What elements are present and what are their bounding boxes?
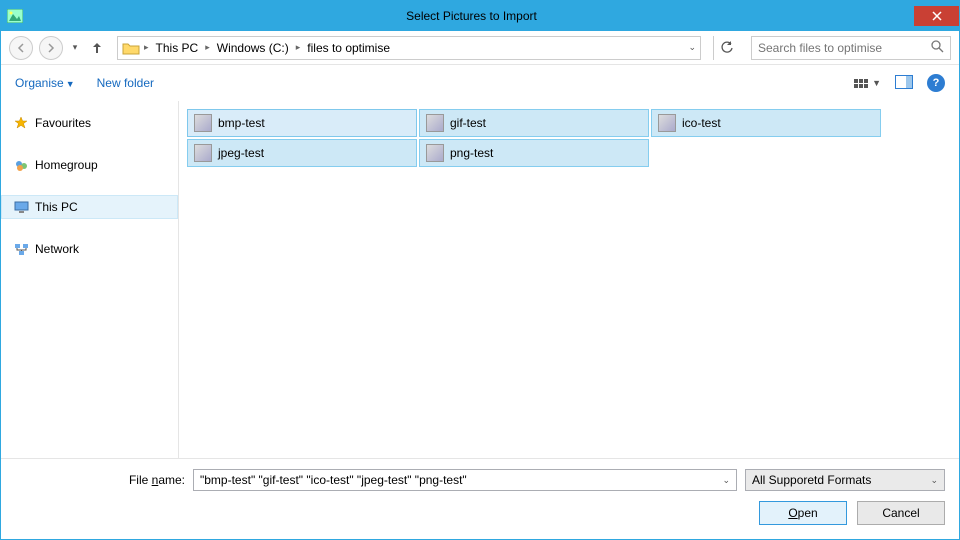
file-name: gif-test (450, 116, 486, 130)
nav-tree: Favourites Homegroup This PC Network (1, 101, 179, 458)
tree-label: Favourites (35, 116, 91, 130)
up-button[interactable] (87, 38, 107, 58)
file-name: png-test (450, 146, 493, 160)
back-button[interactable] (9, 36, 33, 60)
file-type-filter[interactable]: All Supporetd Formats ⌄ (745, 469, 945, 491)
filename-input[interactable]: "bmp-test" "gif-test" "ico-test" "jpeg-t… (193, 469, 737, 491)
file-item[interactable]: jpeg-test (187, 139, 417, 167)
breadcrumb[interactable]: This PC (153, 41, 202, 55)
refresh-button[interactable] (713, 36, 739, 60)
file-thumb-icon (426, 144, 444, 162)
help-button[interactable]: ? (927, 74, 945, 92)
cancel-button[interactable]: Cancel (857, 501, 945, 525)
tree-label: Homegroup (35, 158, 98, 172)
search-input[interactable] (758, 41, 931, 55)
filename-label: File name: (15, 473, 185, 487)
search-box[interactable] (751, 36, 951, 60)
view-mode-button[interactable]: ▼ (854, 78, 881, 88)
navbar: ▾ ▸ This PC ▸ Windows (C:) ▸ files to op… (1, 31, 959, 65)
star-icon (13, 115, 29, 131)
file-thumb-icon (426, 114, 444, 132)
toolbar: Organise▼ New folder ▼ ? (1, 65, 959, 101)
tree-item-this-pc[interactable]: This PC (1, 195, 178, 219)
network-icon (13, 241, 29, 257)
tree-item-network[interactable]: Network (1, 237, 178, 261)
history-dropdown[interactable]: ▾ (69, 36, 81, 60)
file-item[interactable]: bmp-test (187, 109, 417, 137)
preview-pane-button[interactable] (895, 75, 913, 92)
open-button[interactable]: Open (759, 501, 847, 525)
tree-item-homegroup[interactable]: Homegroup (1, 153, 178, 177)
tree-label: This PC (35, 200, 78, 214)
file-item[interactable]: gif-test (419, 109, 649, 137)
close-button[interactable] (914, 6, 959, 26)
file-name: jpeg-test (218, 146, 264, 160)
computer-icon (13, 199, 29, 215)
titlebar: Select Pictures to Import (1, 1, 959, 31)
tree-label: Network (35, 242, 79, 256)
filter-value: All Supporetd Formats (752, 473, 871, 487)
filename-value: "bmp-test" "gif-test" "ico-test" "jpeg-t… (200, 473, 467, 487)
file-thumb-icon (658, 114, 676, 132)
tree-item-favourites[interactable]: Favourites (1, 111, 178, 135)
breadcrumb[interactable]: files to optimise (304, 41, 393, 55)
app-icon (1, 9, 29, 23)
file-list: bmp-test gif-test ico-test jpeg-test png… (179, 101, 959, 458)
organise-menu[interactable]: Organise▼ (15, 76, 75, 90)
chevron-down-icon: ⌄ (930, 475, 938, 486)
homegroup-icon (13, 157, 29, 173)
address-bar[interactable]: ▸ This PC ▸ Windows (C:) ▸ files to opti… (117, 36, 701, 60)
breadcrumb[interactable]: Windows (C:) (214, 41, 292, 55)
bottom-panel: File name: "bmp-test" "gif-test" "ico-te… (1, 458, 959, 539)
forward-button[interactable] (39, 36, 63, 60)
file-name: ico-test (682, 116, 721, 130)
file-item[interactable]: png-test (419, 139, 649, 167)
file-dialog-window: Select Pictures to Import ▾ ▸ This PC ▸ … (0, 0, 960, 540)
dialog-body: Favourites Homegroup This PC Network bmp… (1, 101, 959, 458)
search-icon (931, 40, 944, 56)
chevron-right-icon: ▸ (144, 42, 149, 53)
new-folder-button[interactable]: New folder (97, 76, 154, 90)
file-thumb-icon (194, 144, 212, 162)
grid-icon (854, 79, 868, 88)
chevron-right-icon: ▸ (205, 42, 210, 53)
address-dropdown[interactable]: ⌄ (688, 42, 696, 53)
file-item[interactable]: ico-test (651, 109, 881, 137)
folder-icon (122, 39, 140, 57)
chevron-down-icon[interactable]: ⌄ (722, 475, 730, 486)
file-thumb-icon (194, 114, 212, 132)
chevron-right-icon: ▸ (296, 42, 301, 53)
file-name: bmp-test (218, 116, 265, 130)
window-title: Select Pictures to Import (29, 9, 914, 23)
